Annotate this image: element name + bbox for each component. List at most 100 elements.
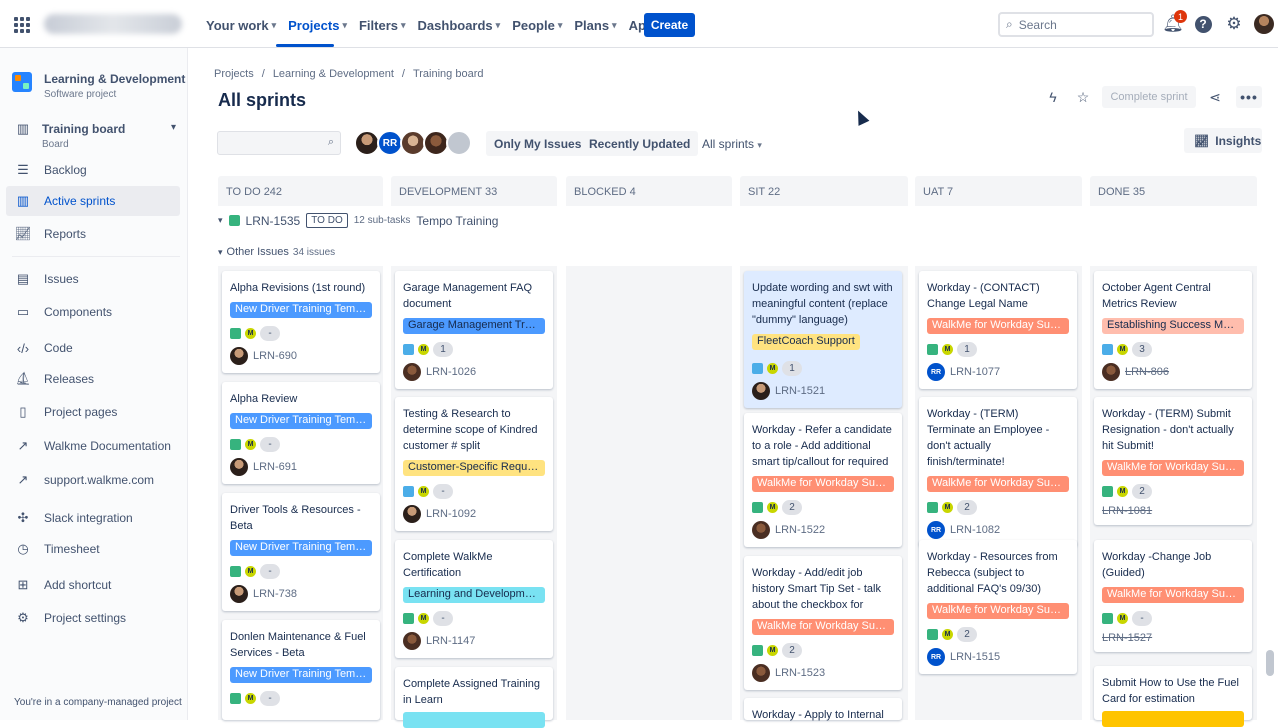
complete-sprint-button[interactable]: Complete sprint bbox=[1102, 86, 1196, 108]
sidebar-item-reports[interactable]: 📈︎ Reports bbox=[6, 219, 180, 249]
search-input[interactable]: ⌕ Search bbox=[998, 12, 1154, 37]
board-type: Board bbox=[42, 139, 69, 150]
add-shortcut-icon: ⊞ bbox=[17, 577, 29, 592]
chevron-down-icon: ▾ bbox=[218, 215, 223, 225]
issue-card[interactable]: Workday - (CONTACT) Change Legal Name Wa… bbox=[919, 271, 1077, 389]
issue-card[interactable]: Donlen Maintenance & Fuel Services - Bet… bbox=[222, 620, 380, 720]
swimlane-header[interactable]: ▾ LRN-1535 TO DO 12 sub-tasks Tempo Trai… bbox=[218, 213, 498, 228]
unassigned-avatar-icon[interactable] bbox=[446, 130, 472, 156]
lightning-icon[interactable]: ϟ bbox=[1043, 87, 1063, 107]
issue-card[interactable]: Driver Tools & Resources - Beta New Driv… bbox=[222, 493, 380, 611]
story-icon bbox=[1102, 613, 1113, 624]
sprint-selector[interactable]: All sprints ▾ bbox=[702, 137, 762, 151]
issue-card[interactable]: Workday - Apply to Internal bbox=[744, 698, 902, 721]
story-icon bbox=[230, 566, 241, 577]
issue-title: Donlen Maintenance & Fuel Services - Bet… bbox=[230, 631, 366, 659]
profile-avatar[interactable] bbox=[1254, 14, 1274, 34]
sidebar-item-active-sprints[interactable]: ▥ Active sprints bbox=[6, 186, 180, 216]
sidebar-item-code[interactable]: ‹/› Code bbox=[6, 333, 180, 363]
site-logo[interactable] bbox=[44, 14, 182, 34]
board-selector[interactable]: ▥ Training board Board ▾ bbox=[16, 121, 176, 150]
issue-card-selected[interactable]: Update wording and swt with meaningful c… bbox=[744, 271, 902, 408]
sidebar-item-releases[interactable]: ⛵︎ Releases bbox=[6, 364, 180, 394]
gear-icon[interactable]: ⚙ bbox=[1224, 14, 1244, 34]
only-my-issues-filter[interactable]: Only My Issues bbox=[486, 131, 590, 156]
insights-button[interactable]: 📈︎ Insights bbox=[1184, 128, 1262, 153]
nav-plans[interactable]: Plans ▾ bbox=[568, 12, 622, 39]
nav-people[interactable]: People ▾ bbox=[506, 12, 568, 39]
column-header-sit: SIT 22 bbox=[740, 176, 908, 206]
issue-title: Workday - (CONTACT) Change Legal Name bbox=[927, 282, 1040, 310]
issue-card[interactable]: October Agent Central Metrics Review Est… bbox=[1094, 271, 1252, 389]
issue-card[interactable]: Alpha Review New Driver Training Temp...… bbox=[222, 382, 380, 484]
task-icon bbox=[403, 344, 414, 355]
pages-icon: ▯ bbox=[19, 404, 27, 419]
board-scrollbar[interactable] bbox=[1266, 650, 1274, 676]
nav-dashboards[interactable]: Dashboards ▾ bbox=[412, 12, 507, 39]
issue-card[interactable]: Alpha Revisions (1st round) New Driver T… bbox=[222, 271, 380, 373]
epic-label: New Driver Training Temp... bbox=[230, 540, 372, 556]
project-avatar-icon bbox=[12, 72, 32, 92]
epic-label: WalkMe for Workday Sup... bbox=[927, 603, 1069, 619]
create-button[interactable]: Create bbox=[644, 13, 695, 37]
issue-key: LRN-1147 bbox=[426, 635, 476, 647]
sidebar-item-issues[interactable]: ▤ Issues bbox=[6, 264, 180, 294]
sidebar-item-components[interactable]: ▭ Components bbox=[6, 297, 180, 327]
issue-title: Workday - (TERM) Terminate an Employee -… bbox=[927, 408, 1050, 468]
board-icon: ▥ bbox=[16, 193, 30, 208]
issue-card[interactable]: Submit How to Use the Fuel Card for esti… bbox=[1094, 666, 1252, 727]
issue-card[interactable]: Complete WalkMe Certification Learning a… bbox=[395, 540, 553, 658]
project-header[interactable]: Learning & Development Software project bbox=[12, 72, 185, 100]
reports-icon: 📈︎ bbox=[14, 226, 32, 241]
issue-card[interactable]: Testing & Research to determine scope of… bbox=[395, 397, 553, 531]
priority-medium-icon: M bbox=[767, 363, 778, 374]
external-link-icon: ↗ bbox=[17, 472, 29, 487]
sidebar-item-project-settings[interactable]: ⚙ Project settings bbox=[6, 603, 180, 633]
estimate-badge: 1 bbox=[433, 342, 453, 357]
issue-card[interactable]: Complete Assigned Training in Learn bbox=[395, 667, 553, 728]
breadcrumb-board[interactable]: Training board bbox=[413, 68, 484, 80]
story-icon bbox=[230, 693, 241, 704]
nav-your-work[interactable]: Your work ▾ bbox=[200, 12, 282, 39]
nav-projects[interactable]: Projects ▾ bbox=[282, 12, 353, 39]
issue-card[interactable]: Workday -Change Job (Guided) WalkMe for … bbox=[1094, 540, 1252, 652]
epic-label: Garage Management Trai... bbox=[403, 318, 545, 334]
more-actions-button[interactable]: ••• bbox=[1236, 86, 1262, 108]
sidebar-item-walkme-docs[interactable]: ↗ Walkme Documentation bbox=[6, 431, 180, 461]
issue-title: Testing & Research to determine scope of… bbox=[403, 408, 538, 452]
components-icon: ▭ bbox=[16, 304, 30, 319]
issue-card[interactable]: Workday - (TERM) Terminate an Employee -… bbox=[919, 397, 1077, 547]
issue-card[interactable]: Workday - Add/edit job history Smart Tip… bbox=[744, 556, 902, 690]
share-icon[interactable]: ⋖ bbox=[1205, 87, 1225, 107]
sidebar-item-support-walkme[interactable]: ↗ support.walkme.com bbox=[6, 465, 180, 495]
sidebar-item-project-pages[interactable]: ▯ Project pages bbox=[6, 397, 180, 427]
priority-medium-icon: M bbox=[942, 629, 953, 640]
issue-key: LRN-1082 bbox=[950, 524, 1001, 536]
nav-filters[interactable]: Filters ▾ bbox=[353, 12, 412, 39]
swimlane-other-issues[interactable]: ▾ Other Issues 34 issues bbox=[218, 246, 335, 258]
sidebar-item-timesheet[interactable]: ◷ Timesheet bbox=[6, 534, 180, 564]
sidebar-item-backlog[interactable]: ☰ Backlog bbox=[6, 155, 180, 185]
issue-card[interactable]: Workday - Resources from Rebecca (subjec… bbox=[919, 540, 1077, 674]
issue-key: LRN-691 bbox=[253, 461, 298, 473]
sidebar-item-slack[interactable]: ✣ Slack integration bbox=[6, 503, 180, 533]
epic-label: WalkMe for Workday Sup... bbox=[1102, 460, 1244, 476]
breadcrumb-projects[interactable]: Projects bbox=[214, 68, 254, 80]
issue-card[interactable]: Workday - (TERM) Submit Resignation - do… bbox=[1094, 397, 1252, 525]
issue-key: LRN-1026 bbox=[426, 366, 477, 378]
assignee-avatar bbox=[230, 458, 248, 476]
star-icon[interactable]: ☆ bbox=[1073, 87, 1093, 107]
story-icon bbox=[752, 645, 763, 656]
recently-updated-filter[interactable]: Recently Updated bbox=[581, 131, 699, 156]
board-search-input[interactable]: ⌕ bbox=[217, 131, 341, 155]
sidebar: Learning & Development Software project … bbox=[0, 48, 188, 720]
assignee-avatar bbox=[403, 363, 421, 381]
swimlane-key[interactable]: LRN-1535 bbox=[246, 214, 301, 228]
issue-card[interactable]: Workday - Refer a candidate to a role - … bbox=[744, 413, 902, 547]
sidebar-item-add-shortcut[interactable]: ⊞ Add shortcut bbox=[6, 570, 180, 600]
breadcrumb-project[interactable]: Learning & Development bbox=[273, 68, 394, 80]
app-switcher-icon[interactable] bbox=[14, 17, 30, 33]
issue-title: Update wording and swt with meaningful c… bbox=[752, 282, 893, 326]
issue-card[interactable]: Garage Management FAQ document Garage Ma… bbox=[395, 271, 553, 389]
help-icon[interactable]: ? bbox=[1193, 14, 1213, 34]
